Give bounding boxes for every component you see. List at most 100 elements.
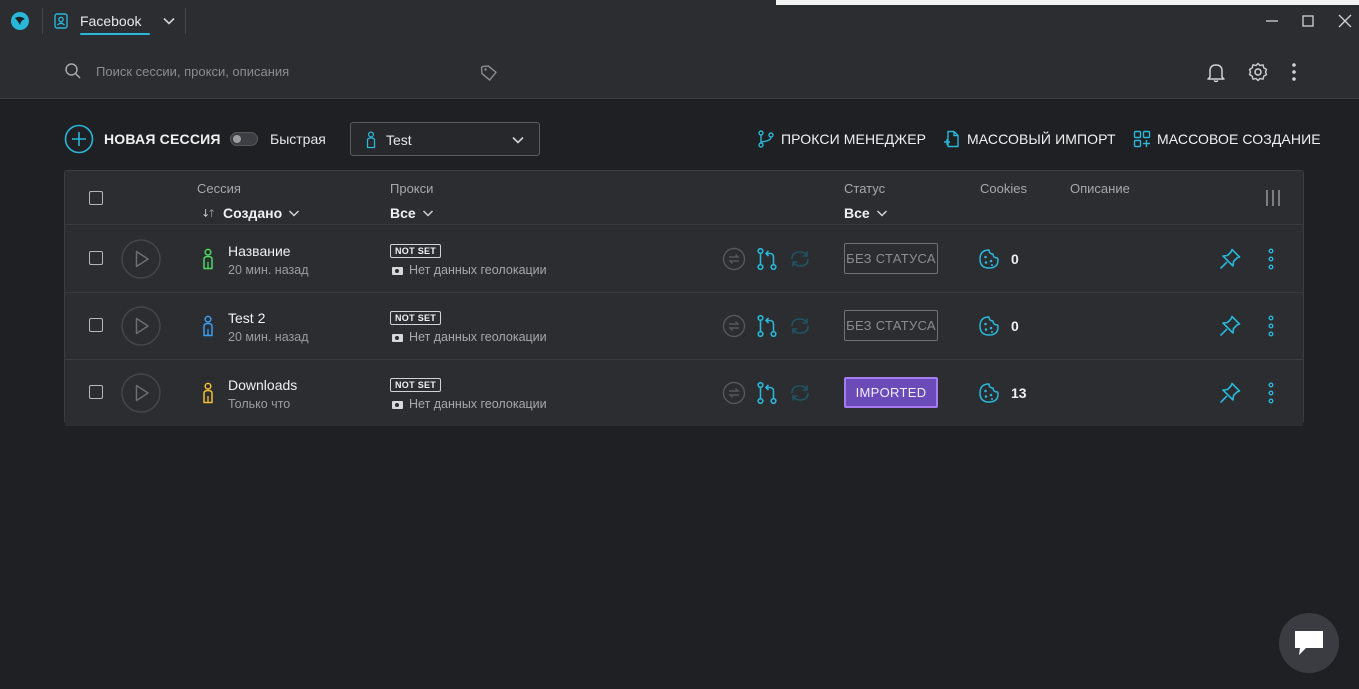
session-created-time: Только что [228, 397, 291, 411]
chevron-down-icon [422, 210, 433, 217]
gear-icon[interactable] [1247, 61, 1269, 83]
play-icon[interactable] [121, 306, 161, 346]
table-row[interactable]: Test 2 20 мин. назад NOT SET Нет данных … [65, 293, 1303, 359]
title-bar: Facebook [0, 0, 1359, 42]
session-name[interactable]: Downloads [228, 377, 297, 393]
git-branch-icon [758, 130, 774, 148]
column-header-description: Описание [1070, 181, 1130, 196]
proxy-manager-button[interactable]: ПРОКСИ МЕНЕДЖЕР [757, 129, 926, 149]
tab-active-indicator [80, 33, 150, 35]
geo-text: Нет данных геолокации [409, 397, 547, 411]
cookie-count: 0 [1011, 318, 1019, 334]
more-vertical-icon[interactable] [1263, 314, 1279, 338]
proxy-manager-label: ПРОКСИ МЕНЕДЖЕР [781, 131, 927, 147]
status-badge[interactable]: IMPORTED [844, 377, 938, 408]
status-filter-label: Все [844, 205, 870, 221]
bulk-create-button[interactable]: МАССОВОЕ СОЗДАНИЕ [1133, 129, 1321, 149]
cookie-icon [979, 249, 999, 269]
select-all-checkbox[interactable] [89, 191, 103, 205]
cookie-count: 0 [1011, 251, 1019, 267]
swap-icon[interactable] [722, 247, 746, 271]
git-compare-icon[interactable] [755, 314, 779, 338]
search-bar [0, 42, 1359, 99]
toggle-knob [233, 135, 241, 143]
tag-icon[interactable] [480, 64, 498, 82]
maximize-icon[interactable] [1298, 11, 1318, 31]
more-vertical-icon[interactable] [1263, 381, 1279, 405]
table-row[interactable]: Downloads Только что NOT SET Нет данных … [65, 360, 1303, 426]
close-icon[interactable] [1335, 11, 1355, 31]
chevron-down-icon[interactable] [162, 14, 176, 28]
person-icon [366, 131, 376, 149]
tab-label: Facebook [80, 13, 142, 29]
refresh-icon[interactable] [788, 381, 812, 405]
sessions-table: Сессия Создано Прокси Все Статус Все Coo… [64, 170, 1304, 426]
titlebar-separator [42, 8, 43, 34]
session-sort-label: Создано [223, 205, 283, 221]
bulk-import-button[interactable]: МАССОВЫЙ ИМПОРТ [943, 129, 1116, 149]
pin-icon[interactable] [1218, 381, 1242, 405]
sort-icon [203, 209, 214, 217]
geo-text: Нет данных геолокации [409, 330, 547, 344]
chevron-down-icon [289, 210, 300, 217]
git-compare-icon[interactable] [755, 381, 779, 405]
session-name[interactable]: Название [228, 243, 291, 259]
column-header-session: Сессия [197, 181, 241, 196]
row-checkbox[interactable] [89, 318, 103, 332]
tab-facebook[interactable]: Facebook [52, 0, 175, 42]
session-created-time: 20 мин. назад [228, 330, 309, 344]
swap-icon[interactable] [722, 381, 746, 405]
session-created-time: 20 мин. назад [228, 263, 309, 277]
geo-flag-icon [392, 267, 403, 275]
more-vertical-icon[interactable] [1263, 247, 1279, 271]
cookie-count: 13 [1011, 385, 1027, 401]
session-sort-dropdown[interactable]: Создано [197, 205, 300, 221]
minimize-icon[interactable] [1262, 11, 1282, 31]
status-filter-dropdown[interactable]: Все [844, 205, 888, 221]
table-row[interactable]: Название 20 мин. назад NOT SET Нет данны… [65, 226, 1303, 292]
git-compare-icon[interactable] [755, 247, 779, 271]
person-icon [203, 315, 213, 337]
refresh-icon[interactable] [788, 314, 812, 338]
cookie-icon [979, 383, 999, 403]
profile-select[interactable]: Test [350, 122, 540, 156]
pin-icon[interactable] [1218, 314, 1242, 338]
play-icon[interactable] [121, 373, 161, 413]
app-logo-icon [11, 12, 29, 30]
quick-toggle[interactable] [230, 132, 258, 146]
chevron-down-icon [512, 136, 524, 144]
swap-icon[interactable] [722, 314, 746, 338]
row-checkbox[interactable] [89, 385, 103, 399]
pin-icon[interactable] [1218, 247, 1242, 271]
search-input[interactable] [90, 60, 470, 82]
new-session-button[interactable]: НОВАЯ СЕССИЯ [64, 124, 221, 154]
session-toolbar: НОВАЯ СЕССИЯ Быстрая Test ПРОКСИ МЕНЕДЖЕ… [0, 99, 1359, 169]
proxy-badge: NOT SET [390, 311, 442, 325]
chat-icon [1295, 631, 1323, 655]
column-header-status: Статус [844, 181, 886, 196]
proxy-badge: NOT SET [390, 378, 442, 392]
columns-icon[interactable] [1265, 189, 1281, 207]
row-checkbox[interactable] [89, 251, 103, 265]
file-plus-icon [944, 130, 959, 148]
grid-plus-icon [1133, 130, 1151, 148]
play-icon[interactable] [121, 239, 161, 279]
chat-button[interactable] [1279, 613, 1339, 673]
bulk-import-label: МАССОВЫЙ ИМПОРТ [967, 131, 1116, 147]
geo-flag-icon [392, 401, 403, 409]
status-badge[interactable]: БЕЗ СТАТУСА [844, 310, 938, 341]
column-header-proxy: Прокси [390, 181, 434, 196]
proxy-filter-dropdown[interactable]: Все [390, 205, 434, 221]
refresh-icon[interactable] [788, 247, 812, 271]
plus-circle-icon [64, 124, 94, 154]
search-icon [65, 63, 81, 79]
bell-icon[interactable] [1205, 61, 1227, 83]
proxy-badge: NOT SET [390, 244, 442, 258]
profile-card-icon [54, 13, 68, 29]
titlebar-separator [185, 8, 186, 34]
person-icon [203, 382, 213, 404]
session-name[interactable]: Test 2 [228, 310, 265, 326]
geo-text: Нет данных геолокации [409, 263, 547, 277]
more-vertical-icon[interactable] [1283, 61, 1305, 83]
status-badge[interactable]: БЕЗ СТАТУСА [844, 243, 938, 274]
